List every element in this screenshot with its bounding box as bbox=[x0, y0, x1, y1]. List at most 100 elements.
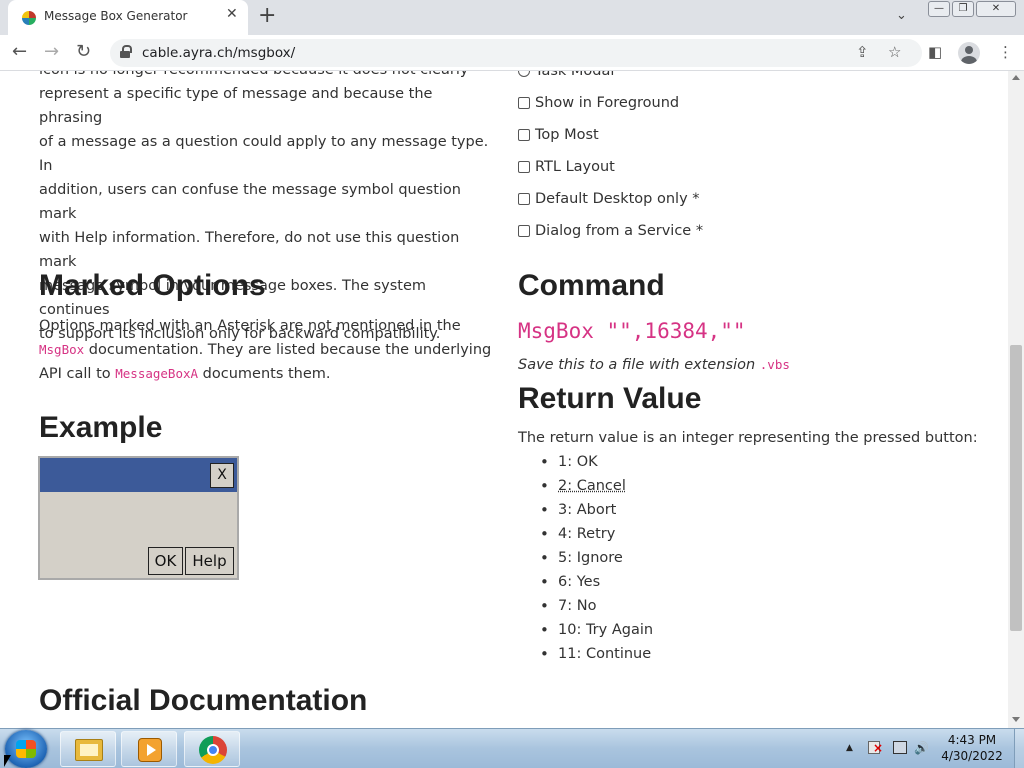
option-label: Dialog from a Service * bbox=[535, 223, 704, 239]
rtl-layout-option[interactable]: RTL Layout bbox=[518, 151, 978, 183]
side-panel-icon[interactable]: ◧ bbox=[928, 43, 942, 61]
top-most-checkbox[interactable] bbox=[518, 129, 530, 141]
list-item: 7: No bbox=[538, 594, 653, 618]
chrome-icon bbox=[199, 736, 227, 764]
save-hint-text: Save this to a file with extension bbox=[518, 357, 760, 373]
list-item: 10: Try Again bbox=[538, 618, 653, 642]
option-label: RTL Layout bbox=[535, 159, 615, 175]
paragraph-text: API call to bbox=[39, 366, 116, 382]
list-item: 4: Retry bbox=[538, 522, 653, 546]
browser-tab[interactable]: Message Box Generator ✕ bbox=[8, 0, 248, 35]
paragraph-line: represent a specific type of message and… bbox=[39, 86, 433, 126]
page-viewport: icon is no longer recommended because it… bbox=[0, 71, 1008, 728]
taskbar-chrome[interactable] bbox=[184, 731, 240, 767]
list-item[interactable]: 2: Cancel bbox=[538, 474, 653, 498]
paragraph-text: documents them. bbox=[198, 366, 331, 382]
paragraph-line: of a message as a question could apply t… bbox=[39, 134, 489, 174]
browser-toolbar: ← → ↻ cable.ayra.ch/msgbox/ ⇪ ☆ ◧ ⋮ bbox=[0, 35, 1024, 71]
address-bar[interactable]: cable.ayra.ch/msgbox/ ⇪ ☆ bbox=[110, 39, 922, 67]
action-center-flag-icon[interactable] bbox=[868, 741, 883, 755]
restore-button[interactable]: ❐ bbox=[952, 1, 974, 17]
lock-icon[interactable] bbox=[120, 45, 132, 58]
messageboxa-code: MessageBoxA bbox=[115, 366, 199, 381]
windows-taskbar: ▲ 🔊 4:43 PM 4/30/2022 bbox=[0, 728, 1024, 768]
example-ok-button[interactable]: OK bbox=[148, 547, 183, 575]
example-heading: Example bbox=[39, 411, 163, 444]
task-modal-option[interactable]: Task Modal bbox=[518, 71, 978, 87]
rtl-layout-checkbox[interactable] bbox=[518, 161, 530, 173]
option-label: Task Modal bbox=[535, 71, 615, 79]
list-item: 3: Abort bbox=[538, 498, 653, 522]
volume-icon[interactable]: 🔊 bbox=[914, 741, 929, 755]
paragraph-text: documentation. They are listed because t… bbox=[84, 342, 492, 358]
example-help-button[interactable]: Help bbox=[185, 547, 234, 575]
start-button[interactable] bbox=[5, 730, 47, 768]
reload-icon[interactable]: ↻ bbox=[76, 41, 91, 62]
option-label: Top Most bbox=[535, 127, 599, 143]
msgbox-code: MsgBox bbox=[39, 342, 85, 357]
top-most-option[interactable]: Top Most bbox=[518, 119, 978, 151]
bookmark-star-icon[interactable]: ☆ bbox=[888, 43, 901, 61]
list-item: 6: Yes bbox=[538, 570, 653, 594]
command-code[interactable]: MsgBox "",16384,"" bbox=[518, 319, 746, 343]
official-documentation-heading: Official Documentation bbox=[39, 684, 368, 717]
marked-options-paragraph: Options marked with an Asterisk are not … bbox=[39, 314, 499, 386]
close-window-button[interactable]: ✕ bbox=[976, 1, 1016, 17]
taskbar-media-player[interactable] bbox=[121, 731, 177, 767]
list-item: 11: Continue bbox=[538, 642, 653, 666]
question-icon-paragraph: icon is no longer recommended because it… bbox=[39, 71, 499, 346]
option-label: Default Desktop only * bbox=[535, 191, 700, 207]
options-list: Task Modal Show in Foreground Top Most R… bbox=[518, 71, 978, 247]
file-explorer-icon bbox=[75, 739, 103, 761]
paragraph-line: API call to MessageBoxA documents them. bbox=[39, 362, 499, 386]
network-icon[interactable] bbox=[893, 741, 907, 754]
tab-search-chevron-icon[interactable]: ⌄ bbox=[896, 8, 907, 23]
show-hidden-icons-arrow-icon[interactable]: ▲ bbox=[846, 743, 853, 753]
paragraph-line: addition, users can confuse the message … bbox=[39, 182, 461, 222]
return-values-list: 1: OK 2: Cancel 3: Abort 4: Retry 5: Ign… bbox=[538, 450, 653, 666]
site-favicon-icon bbox=[22, 11, 36, 25]
show-in-foreground-checkbox[interactable] bbox=[518, 97, 530, 109]
paragraph-line: icon is no longer recommended because it… bbox=[39, 71, 499, 82]
page-scrollbar[interactable] bbox=[1008, 71, 1024, 728]
share-icon[interactable]: ⇪ bbox=[856, 43, 869, 61]
url-text[interactable]: cable.ayra.ch/msgbox/ bbox=[142, 45, 295, 61]
forward-arrow-icon[interactable]: → bbox=[44, 41, 59, 62]
dialog-from-service-checkbox[interactable] bbox=[518, 225, 530, 237]
mouse-pointer-icon bbox=[4, 755, 11, 767]
default-desktop-only-option[interactable]: Default Desktop only * bbox=[518, 183, 978, 215]
task-modal-radio[interactable] bbox=[518, 71, 530, 77]
clock-date: 4/30/2022 bbox=[941, 749, 1003, 763]
example-close-button[interactable]: X bbox=[210, 463, 234, 488]
vbs-extension-code: .vbs bbox=[759, 357, 790, 372]
scrollbar-thumb[interactable] bbox=[1010, 345, 1022, 631]
paragraph-line: Options marked with an Asterisk are not … bbox=[39, 318, 461, 334]
tab-close-icon[interactable]: ✕ bbox=[226, 6, 238, 22]
tab-title: Message Box Generator bbox=[44, 9, 188, 23]
marked-options-heading: Marked Options bbox=[39, 269, 266, 302]
paragraph-line: MsgBox documentation. They are listed be… bbox=[39, 338, 499, 362]
show-in-foreground-option[interactable]: Show in Foreground bbox=[518, 87, 978, 119]
new-tab-button[interactable]: + bbox=[258, 3, 276, 28]
dialog-from-service-option[interactable]: Dialog from a Service * bbox=[518, 215, 978, 247]
command-heading: Command bbox=[518, 269, 665, 302]
tab-strip: Message Box Generator ✕ + ⌄ — ❐ ✕ bbox=[0, 0, 1024, 35]
return-value-heading: Return Value bbox=[518, 382, 702, 415]
option-label: Show in Foreground bbox=[535, 95, 680, 111]
clock-time: 4:43 PM bbox=[947, 733, 997, 747]
example-title-bar: X bbox=[40, 458, 237, 492]
list-item: 1: OK bbox=[538, 450, 653, 474]
default-desktop-only-checkbox[interactable] bbox=[518, 193, 530, 205]
scroll-down-arrow-icon[interactable] bbox=[1012, 717, 1020, 722]
back-arrow-icon[interactable]: ← bbox=[12, 41, 27, 62]
show-desktop-button[interactable] bbox=[1014, 729, 1024, 768]
return-value-description: The return value is an integer represent… bbox=[518, 430, 978, 446]
scroll-up-arrow-icon[interactable] bbox=[1012, 75, 1020, 80]
menu-kebab-icon[interactable]: ⋮ bbox=[998, 43, 1013, 61]
example-message-box: X OK Help bbox=[38, 456, 239, 580]
profile-avatar-icon[interactable] bbox=[958, 42, 980, 64]
taskbar-explorer[interactable] bbox=[60, 731, 116, 767]
window-controls: — ❐ ✕ bbox=[928, 1, 1016, 17]
minimize-button[interactable]: — bbox=[928, 1, 950, 17]
system-clock[interactable]: 4:43 PM 4/30/2022 bbox=[936, 732, 1008, 764]
